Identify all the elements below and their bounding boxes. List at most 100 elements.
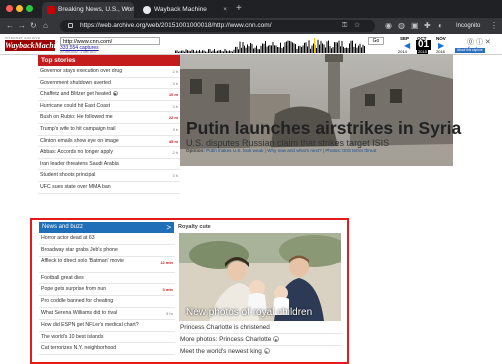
tab-cnn[interactable]: Breaking News, U.S., World, I × <box>42 2 134 18</box>
bookmark-star-icon[interactable]: ☆ <box>354 20 360 32</box>
top-story-text: Trump's wife to hit campaign trail <box>40 125 116 132</box>
news-buzz-time: 5 hr <box>166 310 173 316</box>
top-story-time: 3 h <box>172 173 178 179</box>
top-story-text: Government shutdown averted <box>40 79 111 86</box>
hero-headline[interactable]: Putin launches airstrikes in Syria <box>186 119 461 137</box>
tab-wayback-title: Wayback Machine <box>154 6 207 13</box>
news-buzz-item[interactable]: Pope gets surprise from nun 3 min <box>39 284 175 297</box>
royal-link-2[interactable]: More photos: Princess Charlotte ▶ <box>180 334 342 346</box>
tab-cnn-title: Breaking News, U.S., World, I <box>58 6 134 13</box>
key-icon[interactable]: ⚿ <box>342 20 347 32</box>
news-buzz-text: Affleck to direct solo 'Batman' movie <box>41 257 124 264</box>
top-story-item[interactable]: Hurricane could hit East Coast 3 h <box>38 101 180 113</box>
top-story-time: 3 h <box>172 103 178 109</box>
royal-link-text: More photos: Princess Charlotte <box>180 336 272 343</box>
top-story-item[interactable]: Clinton emails show eye on image 45 m <box>38 136 180 148</box>
puzzle-icon[interactable]: ✚ <box>424 20 431 32</box>
news-buzz-title: News and buzz <box>42 224 84 230</box>
news-buzz-list: Horror actor dead at 63 Broadway star gra… <box>39 233 175 356</box>
new-tab-button[interactable]: + <box>236 3 242 14</box>
news-buzz-item[interactable]: Affleck to direct solo 'Batman' movie 12 … <box>39 257 175 273</box>
royal-link-1[interactable]: Princess Charlotte is christened <box>180 322 342 334</box>
top-story-item[interactable]: Abbas: Accords no longer apply 2 h <box>38 147 180 159</box>
hero-related-links: Opinion: Putin makes U.S. look weak | Wh… <box>186 148 376 153</box>
close-window-icon[interactable] <box>6 5 13 12</box>
news-buzz-item[interactable]: The world's 10 best islands <box>39 332 175 344</box>
incognito-icon[interactable]: ◐ <box>438 20 443 32</box>
forward-arrow-icon[interactable]: → <box>18 20 26 32</box>
wayback-logo[interactable]: WaybackMachine <box>5 40 64 51</box>
about-capture-link[interactable]: About this capture <box>455 48 485 53</box>
wayback-toolbar: INTERNET ARCHIVE WaybackMachine http://w… <box>0 34 502 55</box>
news-buzz-item[interactable]: Cat terrorizes N.Y. neighborhood <box>39 343 175 356</box>
top-story-text: Iran leader threatens Saudi Arabia <box>40 160 119 167</box>
hero-subhead[interactable]: U.S. disputes Russian claim that strikes… <box>186 138 389 148</box>
news-buzz-time: 12 min <box>160 259 173 265</box>
news-buzz-text: The world's 10 best islands <box>41 333 104 340</box>
royal-section-title: Royalty cute <box>178 224 211 230</box>
archive-favicon-icon <box>143 6 151 14</box>
top-story-text: Student shoots principal <box>40 172 96 179</box>
news-buzz-item[interactable]: Broadway star grabs Jeb's phone <box>39 245 175 257</box>
top-story-item[interactable]: UFC sues state over MMA ban <box>38 182 180 194</box>
royal-caption[interactable]: New photos of royal children <box>186 307 312 318</box>
top-story-item[interactable]: Governor stays execution over drug 2 h <box>38 66 180 78</box>
top-story-item[interactable]: Iran leader threatens Saudi Arabia <box>38 159 180 171</box>
incognito-label: Incognito <box>456 23 481 29</box>
top-story-item[interactable]: Government shutdown averted 3 h <box>38 78 180 90</box>
news-buzz-text: Horror actor dead at 63 <box>41 235 95 241</box>
news-buzz-text: How did ESPN get NFLer's medical chart? <box>41 321 139 328</box>
news-buzz-time: 3 min <box>162 287 173 293</box>
extension-icon[interactable]: ▣ <box>411 20 419 32</box>
top-story-text: Hurricane could hit East Coast <box>40 102 111 109</box>
top-story-time: 22 m <box>168 115 178 121</box>
news-buzz-item[interactable]: How did ESPN get NFLer's medical chart? <box>39 320 175 332</box>
wayback-info-icons[interactable]: ⓪ ⓘ ✕ <box>467 37 491 47</box>
top-story-text: UFC sues state over MMA ban <box>40 183 111 190</box>
top-story-time: 2 h <box>172 150 178 156</box>
extension-icon[interactable]: ◍ <box>398 20 405 32</box>
top-stories-header: Top stories <box>38 55 180 66</box>
top-story-item[interactable]: Chaffetz and Blitzer get heated ▶ 10 m <box>38 89 180 101</box>
top-story-text: Chaffetz and Blitzer get heated <box>40 91 112 98</box>
capture-date-range: 20 Jun 2000 - 1 Dec 2017 <box>60 50 97 54</box>
extension-icon[interactable]: ◉ <box>385 20 392 32</box>
home-icon[interactable]: ⌂ <box>43 20 48 32</box>
news-buzz-text: Broadway star grabs Jeb's phone <box>41 246 118 253</box>
close-tab-icon[interactable]: × <box>223 2 227 18</box>
top-story-item[interactable]: Student shoots principal 3 h <box>38 170 180 182</box>
top-story-item[interactable]: Trump's wife to hit campaign trail 3 h <box>38 124 180 136</box>
news-buzz-header[interactable]: News and buzz > <box>39 222 174 233</box>
back-arrow-icon[interactable]: ← <box>6 20 14 32</box>
top-story-text: Abbas: Accords no longer apply <box>40 149 113 156</box>
news-buzz-text: What Serena Williams did to rival <box>41 309 118 316</box>
tab-wayback[interactable]: Wayback Machine × <box>138 2 232 18</box>
news-buzz-item[interactable]: Football great dies <box>39 273 175 285</box>
close-tab-icon[interactable]: × <box>125 2 129 18</box>
go-button[interactable]: Go <box>368 37 384 45</box>
play-icon: ▶ <box>113 91 119 97</box>
minimize-window-icon[interactable] <box>16 5 23 12</box>
top-story-item[interactable]: Bush on Rubio: He followed me 22 m <box>38 112 180 124</box>
wayback-url-input[interactable]: http://www.cnn.com/ <box>60 37 160 45</box>
opinion-label: Opinion: <box>186 148 205 153</box>
address-bar[interactable]: https://web.archive.org/web/201510010000… <box>60 20 375 32</box>
top-story-time: 3 h <box>172 126 178 132</box>
hero-links-text[interactable]: Putin makes U.S. look weak | Why now and… <box>206 148 376 153</box>
news-buzz-text: Cat terrorizes N.Y. neighborhood <box>41 345 117 352</box>
news-buzz-item[interactable]: Pro coddle banned for cheating <box>39 296 175 308</box>
royal-link-3[interactable]: Meet the world's newest king ▶ <box>180 346 342 357</box>
maximize-window-icon[interactable] <box>26 5 33 12</box>
news-buzz-item[interactable]: What Serena Williams did to rival 5 hr <box>39 308 175 320</box>
reload-icon[interactable]: ↻ <box>30 20 37 32</box>
browser-tab-bar: Breaking News, U.S., World, I × Wayback … <box>0 0 502 18</box>
news-buzz-text: Pope gets surprise from nun <box>41 286 107 293</box>
capture-histogram[interactable] <box>175 38 365 53</box>
news-buzz-item[interactable]: Horror actor dead at 63 <box>39 233 175 245</box>
menu-dots-icon[interactable]: ⋮ <box>490 20 498 32</box>
top-stories-column: Top stories Governor stays execution ove… <box>38 55 180 194</box>
lock-icon <box>68 23 73 28</box>
chevron-right-icon[interactable]: > <box>166 222 171 233</box>
top-story-text: Bush on Rubio: He followed me <box>40 114 113 121</box>
news-buzz-text: Football great dies <box>41 274 84 281</box>
